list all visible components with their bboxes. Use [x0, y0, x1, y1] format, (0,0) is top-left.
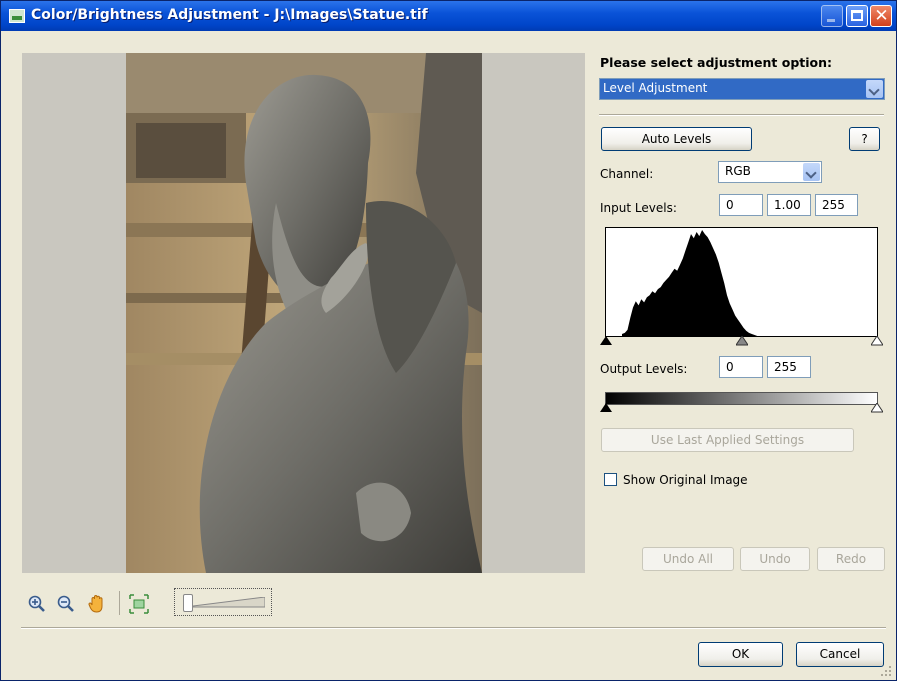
- output-black-slider[interactable]: [600, 403, 612, 413]
- fit-to-window-icon[interactable]: [129, 594, 149, 614]
- statue-photo: [126, 53, 482, 573]
- cancel-button[interactable]: Cancel: [796, 642, 884, 667]
- image-preview-area[interactable]: [22, 53, 585, 573]
- input-black-field[interactable]: 0: [719, 194, 763, 216]
- input-white-field[interactable]: 255: [815, 194, 858, 216]
- help-button[interactable]: ?: [849, 127, 880, 151]
- zoom-slider-thumb[interactable]: [182, 594, 193, 612]
- input-gamma-field[interactable]: 1.00: [767, 194, 811, 216]
- adjustment-option-label: Please select adjustment option:: [600, 55, 833, 70]
- minimize-button[interactable]: [821, 5, 843, 27]
- auto-levels-button[interactable]: Auto Levels: [601, 127, 752, 151]
- dialog-window: Color/Brightness Adjustment - J:\Images\…: [0, 0, 897, 681]
- input-black-slider[interactable]: [600, 336, 612, 346]
- ok-button[interactable]: OK: [698, 642, 783, 667]
- histogram: [605, 227, 878, 337]
- zoom-in-icon[interactable]: [27, 594, 47, 614]
- input-gamma-slider[interactable]: [736, 336, 748, 346]
- chevron-down-icon[interactable]: [803, 163, 820, 181]
- hand-pan-icon[interactable]: [87, 594, 107, 614]
- maximize-button[interactable]: [846, 5, 868, 27]
- channel-select[interactable]: RGB: [718, 161, 822, 183]
- close-button[interactable]: ✕: [870, 5, 892, 27]
- output-black-field[interactable]: 0: [719, 356, 763, 378]
- title-bar[interactable]: Color/Brightness Adjustment - J:\Images\…: [1, 1, 896, 31]
- output-gradient-bar: [605, 392, 878, 405]
- zoom-out-icon[interactable]: [56, 594, 76, 614]
- output-levels-label: Output Levels:: [600, 362, 688, 376]
- histogram-graph: [622, 230, 796, 336]
- show-original-label[interactable]: Show Original Image: [623, 473, 748, 487]
- zoom-slider[interactable]: [174, 588, 272, 616]
- toolbar-separator: [119, 591, 120, 615]
- panel-separator: [599, 114, 884, 116]
- undo-button[interactable]: Undo: [740, 547, 810, 571]
- undo-all-button[interactable]: Undo All: [642, 547, 734, 571]
- adjustment-option-value: Level Adjustment: [603, 81, 708, 95]
- input-white-slider[interactable]: [871, 336, 883, 346]
- resize-grip-icon[interactable]: [879, 664, 893, 678]
- channel-value: RGB: [725, 164, 751, 178]
- app-image-icon: [9, 9, 25, 23]
- show-original-checkbox[interactable]: [604, 473, 617, 486]
- adjustment-option-select[interactable]: Level Adjustment: [599, 78, 885, 100]
- channel-label: Channel:: [600, 167, 654, 181]
- window-title: Color/Brightness Adjustment - J:\Images\…: [31, 7, 428, 23]
- minimize-icon: [827, 19, 835, 22]
- zoom-slider-track: [185, 597, 265, 608]
- histogram-area: [622, 230, 796, 336]
- output-white-slider[interactable]: [871, 403, 883, 413]
- maximize-icon: [851, 10, 863, 21]
- footer-separator: [21, 627, 886, 629]
- redo-button[interactable]: Redo: [817, 547, 885, 571]
- chevron-down-icon[interactable]: [866, 80, 883, 98]
- statue-illustration: [126, 53, 482, 573]
- use-last-applied-button[interactable]: Use Last Applied Settings: [601, 428, 854, 452]
- output-white-field[interactable]: 255: [767, 356, 811, 378]
- input-levels-label: Input Levels:: [600, 201, 677, 215]
- close-icon: ✕: [874, 6, 889, 26]
